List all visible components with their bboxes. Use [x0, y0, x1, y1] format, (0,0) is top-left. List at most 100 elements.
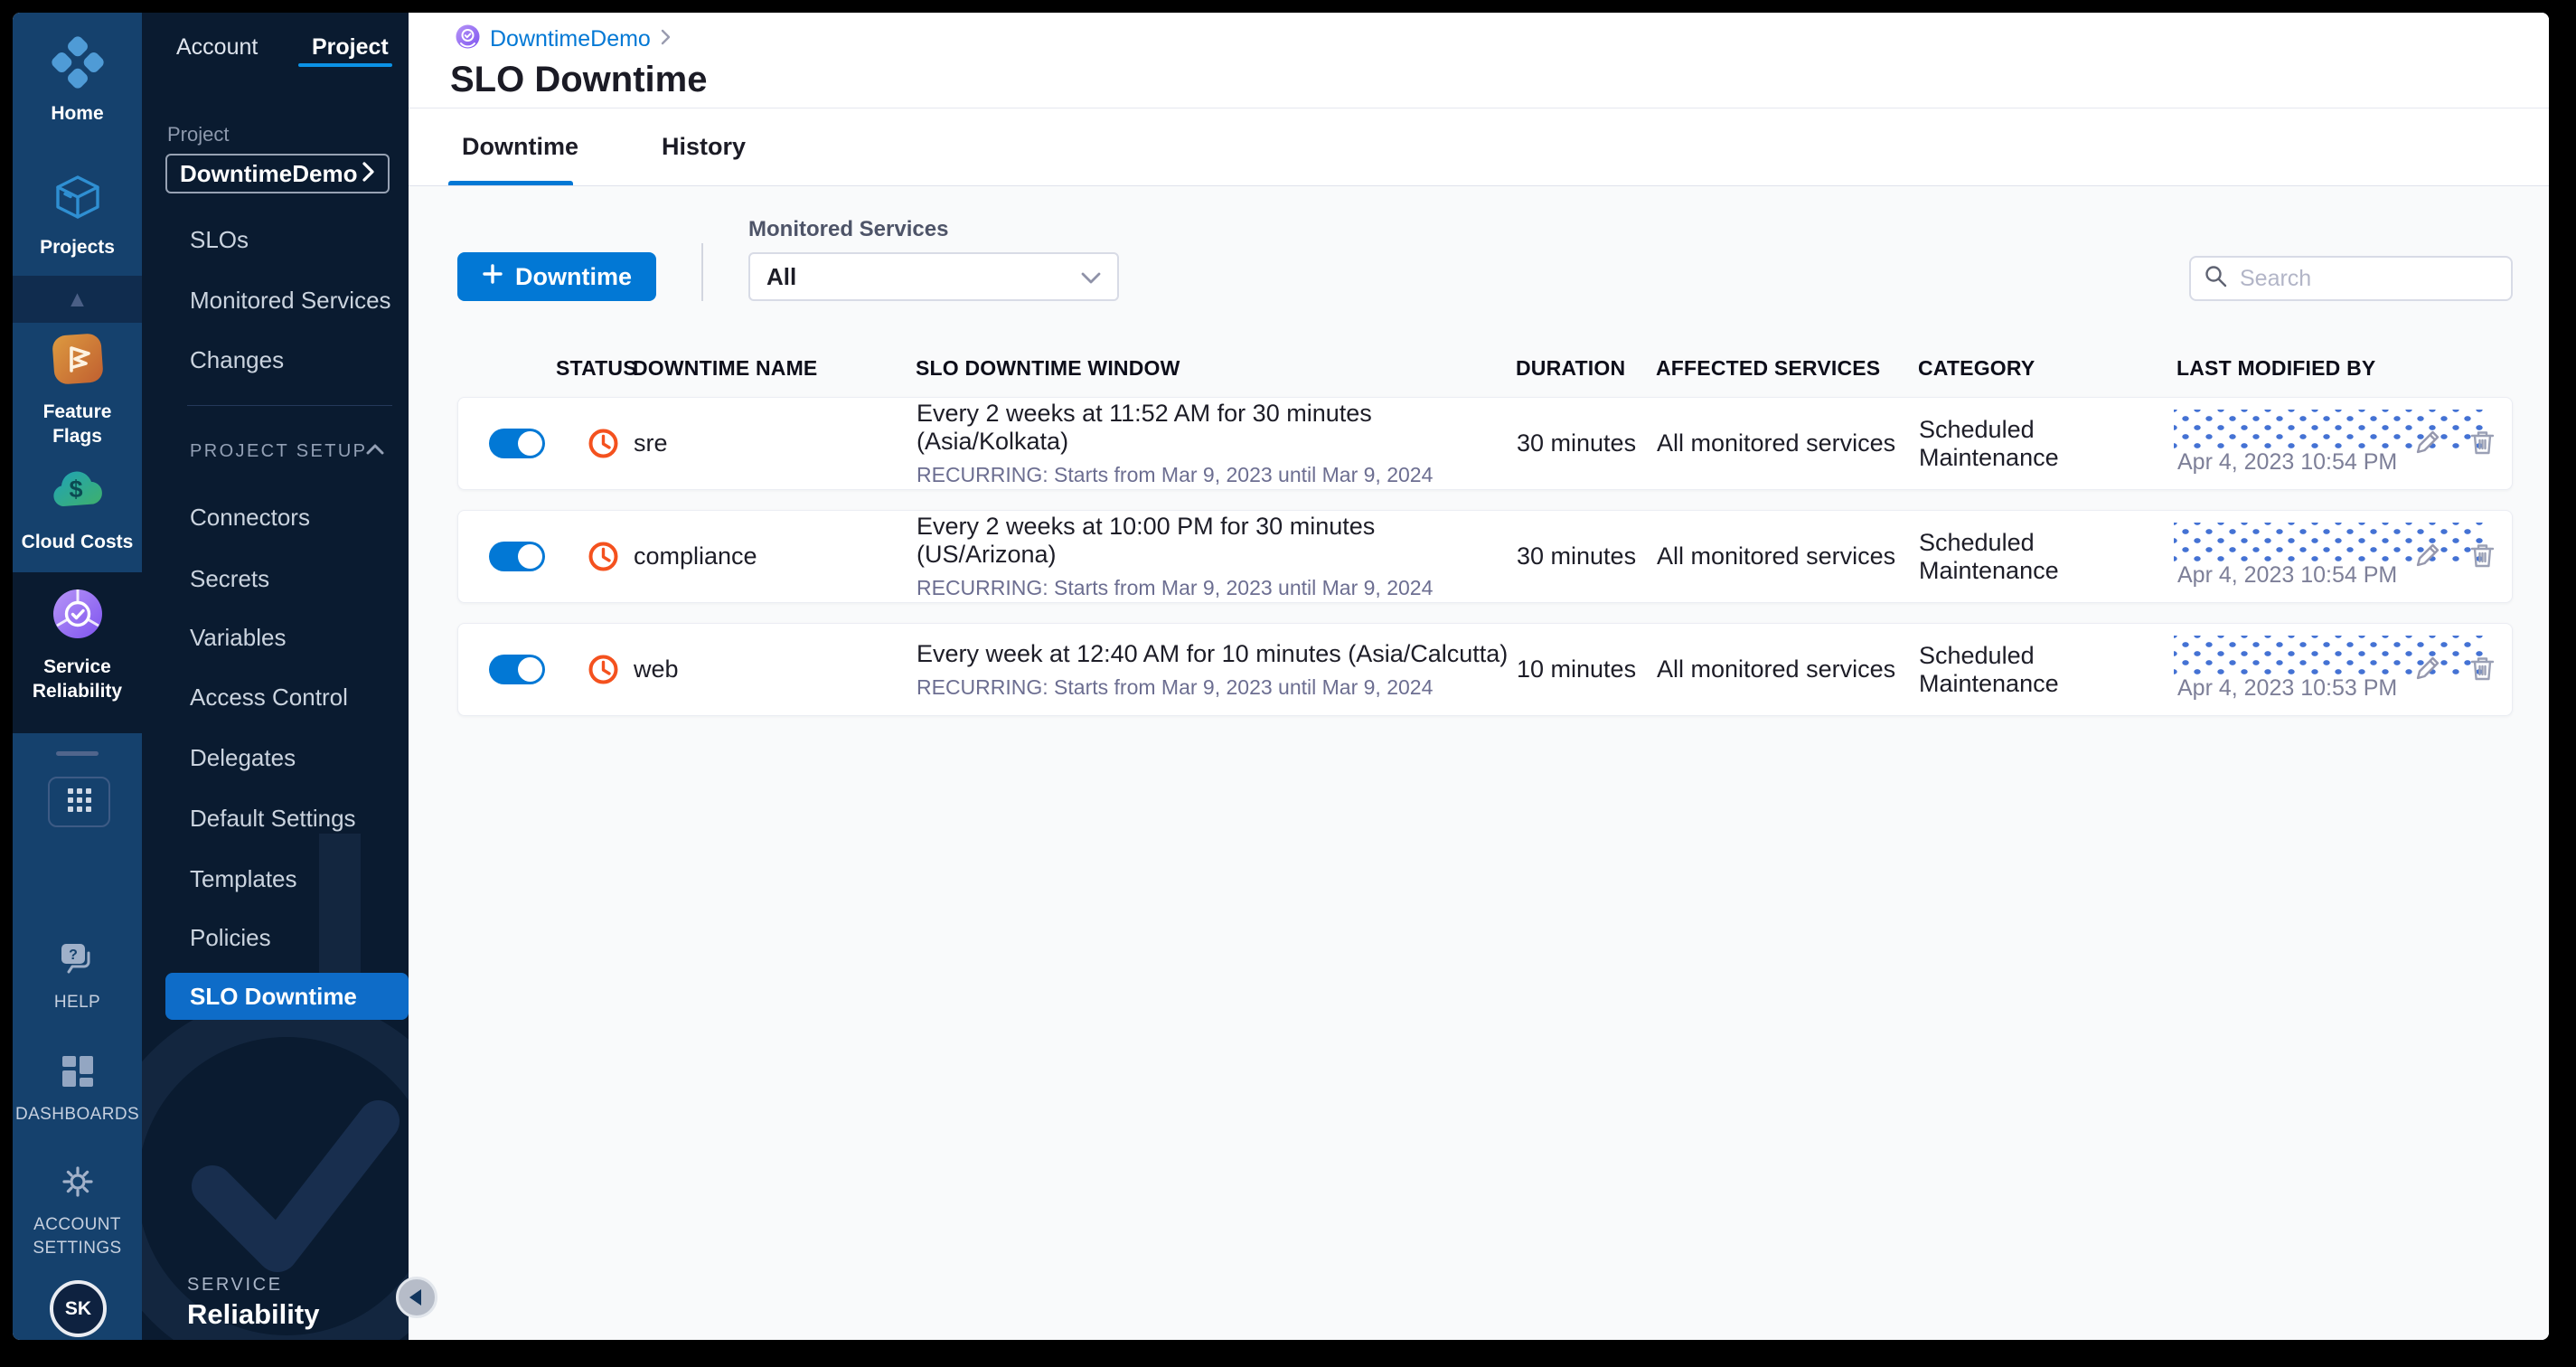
module-home[interactable]: Home	[13, 36, 142, 126]
downtime-recurrence: RECURRING: Starts from Mar 9, 2023 until…	[917, 463, 1434, 486]
sidebar-footer-title: Reliability	[187, 1298, 320, 1330]
table-row[interactable]: compliance Every 2 weeks at 10:00 PM for…	[457, 510, 2513, 603]
edit-icon[interactable]	[2412, 541, 2442, 570]
page-header: DowntimeDemo SLO Downtime	[409, 13, 2549, 108]
downtime-name: sre	[634, 429, 668, 457]
sidebar-item-monitored-services[interactable]: Monitored Services	[190, 287, 391, 315]
monitored-services-select[interactable]: All	[748, 252, 1120, 301]
downtime-enabled-toggle[interactable]	[489, 655, 545, 684]
downtime-category: Scheduled Maintenance	[1919, 641, 2059, 697]
sidebar-item-policies[interactable]: Policies	[190, 924, 271, 952]
module-divider	[56, 751, 99, 756]
monitored-services-filter: Monitored Services All	[748, 217, 1120, 301]
downtime-duration: 10 minutes	[1517, 655, 1637, 683]
module-service-reliability[interactable]: Service Reliability	[13, 586, 142, 704]
col-affected-services: AFFECTED SERVICES	[1656, 355, 1881, 380]
feature-flags-icon	[50, 331, 106, 391]
tab-project-underline	[298, 63, 392, 67]
svg-text:$: $	[69, 476, 82, 503]
downtime-duration: 30 minutes	[1517, 542, 1637, 570]
module-service-reliability-label: Service Reliability	[32, 656, 123, 702]
sidebar-item-slo-downtime[interactable]: SLO Downtime	[165, 973, 409, 1020]
tab-account[interactable]: Account	[176, 34, 258, 61]
breadcrumb-project-link[interactable]: DowntimeDemo	[490, 26, 651, 52]
sidebar-item-variables[interactable]: Variables	[190, 624, 286, 652]
project-avatar-icon	[456, 24, 480, 53]
reliability-watermark	[142, 834, 409, 1340]
sidebar-divider	[187, 405, 392, 406]
gear-icon	[59, 1163, 97, 1205]
edit-icon[interactable]	[2412, 428, 2442, 457]
delete-icon[interactable]	[2468, 654, 2497, 684]
delete-icon[interactable]	[2468, 428, 2497, 457]
module-cloud-costs-label: Cloud Costs	[21, 532, 134, 552]
last-modified-timestamp: Apr 4, 2023 10:53 PM	[2177, 675, 2398, 701]
last-modified-cell: Apr 4, 2023 10:53 PM	[2174, 624, 2512, 715]
tab-history[interactable]: History	[662, 133, 746, 161]
module-home-label: Home	[51, 103, 104, 124]
plus-icon	[482, 263, 503, 291]
nav-account-settings-label: ACCOUNT SETTINGS	[33, 1215, 122, 1258]
dashboards-icon	[59, 1052, 97, 1095]
module-picker-button[interactable]	[48, 777, 110, 827]
chevron-right-icon	[661, 29, 672, 50]
downtime-affected-services: All monitored services	[1657, 655, 1896, 683]
toolbar: Downtime Monitored Services All	[457, 217, 2513, 301]
tab-project[interactable]: Project	[312, 34, 389, 61]
nav-dashboards[interactable]: DASHBOARDS	[13, 1052, 142, 1127]
downtime-recurrence: RECURRING: Starts from Mar 9, 2023 until…	[917, 674, 1434, 699]
sidebar-item-slo-downtime-label: SLO Downtime	[190, 982, 357, 1010]
recurring-clock-icon	[587, 427, 620, 460]
downtime-window: Every 2 weeks at 11:52 AM for 30 minutes…	[917, 400, 1372, 455]
edit-icon[interactable]	[2412, 654, 2442, 684]
avatar-initials: SK	[64, 1297, 92, 1319]
project-sidebar: Account Project Project DowntimeDemo SLO…	[142, 13, 409, 1340]
new-downtime-button[interactable]: Downtime	[457, 252, 657, 301]
user-avatar[interactable]: SK	[50, 1280, 107, 1337]
module-feature-flags[interactable]: Feature Flags	[13, 331, 142, 449]
recurring-clock-icon	[587, 540, 620, 573]
sidebar-item-slos[interactable]: SLOs	[190, 226, 249, 254]
downtime-enabled-toggle[interactable]	[489, 429, 545, 458]
chevron-up-icon[interactable]: ▲	[13, 287, 142, 313]
monitored-services-filter-label: Monitored Services	[748, 217, 949, 241]
project-selector[interactable]: DowntimeDemo	[165, 154, 390, 193]
last-modified-cell: Apr 4, 2023 10:54 PM	[2174, 398, 2512, 489]
sidebar-item-secrets[interactable]: Secrets	[190, 565, 269, 593]
sidebar-item-connectors[interactable]: Connectors	[190, 504, 310, 532]
nav-account-settings[interactable]: ACCOUNT SETTINGS	[13, 1163, 142, 1259]
sidebar-item-templates[interactable]: Templates	[190, 865, 297, 893]
tabs-bar: Downtime History	[409, 108, 2549, 186]
sidebar-item-delegates[interactable]: Delegates	[190, 744, 296, 772]
home-icon	[51, 36, 104, 93]
col-slo-downtime-window: SLO DOWNTIME WINDOW	[916, 355, 1180, 380]
cloud-costs-icon: $	[49, 463, 107, 522]
module-projects[interactable]: Projects	[13, 172, 142, 259]
nav-help[interactable]: ? HELP	[13, 940, 142, 1014]
sidebar-footer-kicker: SERVICE	[187, 1275, 283, 1295]
sidebar-item-access-control[interactable]: Access Control	[190, 684, 348, 712]
chevron-down-icon	[1081, 263, 1101, 291]
chevron-right-icon	[362, 160, 375, 188]
sidebar-item-changes[interactable]: Changes	[190, 346, 284, 374]
col-duration: DURATION	[1516, 355, 1626, 380]
table-row[interactable]: web Every week at 12:40 AM for 10 minute…	[457, 623, 2513, 716]
project-setup-heading[interactable]: PROJECT SETUP	[190, 441, 367, 462]
breadcrumb: DowntimeDemo	[456, 24, 2549, 53]
chevron-up-icon[interactable]	[366, 443, 384, 459]
recurring-clock-icon	[587, 653, 620, 686]
downtime-window: Every week at 12:40 AM for 10 minutes (A…	[917, 639, 1509, 667]
module-cloud-costs[interactable]: $ Cloud Costs	[13, 463, 142, 554]
tab-downtime[interactable]: Downtime	[462, 133, 578, 161]
main-content: DowntimeDemo SLO Downtime Downtime Histo…	[409, 13, 2549, 1340]
page-title: SLO Downtime	[450, 60, 708, 99]
sidebar-collapse-button[interactable]	[396, 1277, 437, 1318]
table-row[interactable]: sre Every 2 weeks at 11:52 AM for 30 min…	[457, 397, 2513, 490]
search-input[interactable]	[2238, 264, 2498, 293]
chevron-left-icon	[409, 1289, 421, 1306]
downtime-enabled-toggle[interactable]	[489, 542, 545, 571]
delete-icon[interactable]	[2468, 541, 2497, 570]
nav-help-label: HELP	[53, 993, 101, 1012]
downtime-affected-services: All monitored services	[1657, 429, 1896, 457]
sidebar-item-default-settings[interactable]: Default Settings	[190, 805, 356, 833]
